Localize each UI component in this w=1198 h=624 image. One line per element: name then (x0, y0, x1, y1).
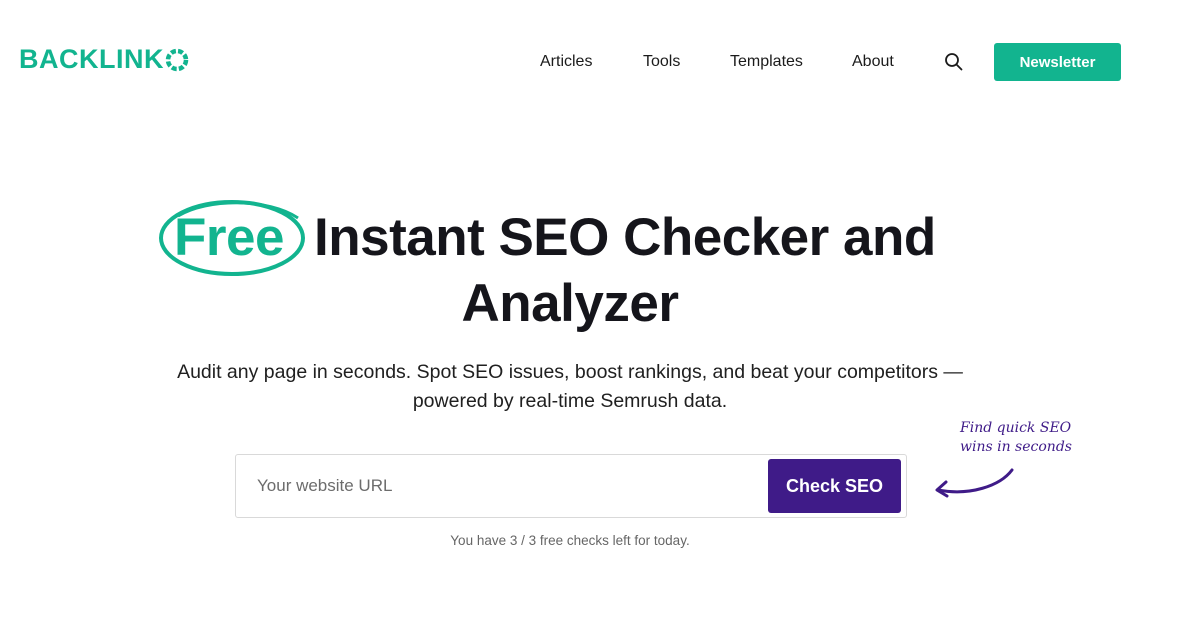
nav-tools[interactable]: Tools (643, 50, 680, 74)
annotation-line-2: wins in seconds (960, 439, 1072, 455)
check-seo-button[interactable]: Check SEO (768, 459, 901, 513)
handwritten-annotation: Find quick SEO wins in seconds (960, 419, 1080, 457)
site-header: BACKLINK Articles Tools Templates About … (0, 0, 1198, 124)
hero-subtitle: Audit any page in seconds. Spot SEO issu… (177, 361, 963, 412)
search-icon[interactable] (944, 52, 964, 72)
title-line-1: Free Instant SEO Checker and (158, 200, 988, 276)
seo-check-form: Check SEO (235, 454, 907, 518)
nav-about[interactable]: About (852, 50, 894, 74)
title-main-text: Instant SEO Checker and (314, 208, 936, 267)
title-line-2: Analyzer (461, 274, 679, 333)
ring-o-icon (165, 48, 189, 72)
nav-templates[interactable]: Templates (730, 50, 803, 74)
curved-arrow-icon (935, 468, 1014, 498)
nav-articles[interactable]: Articles (540, 50, 592, 74)
annotation-line-1: Find quick SEO (960, 420, 1072, 436)
free-highlight: Free (158, 200, 308, 280)
newsletter-button[interactable]: Newsletter (994, 43, 1121, 81)
free-checks-remaining: You have 3 / 3 free checks left for toda… (450, 533, 690, 548)
logo-text: BACKLINK (19, 44, 164, 74)
backlinko-logo[interactable]: BACKLINK (19, 46, 189, 73)
website-url-input[interactable] (237, 456, 777, 516)
title-free-word: Free (174, 208, 284, 267)
